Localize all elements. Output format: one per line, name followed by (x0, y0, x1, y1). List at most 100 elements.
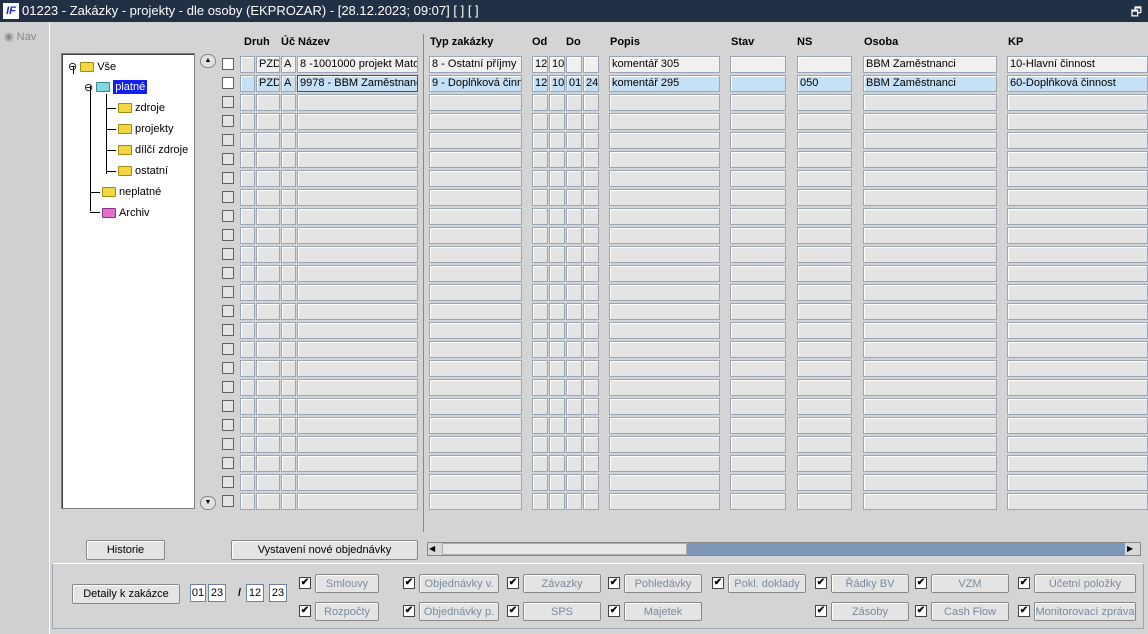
cell-do2[interactable]: 24 (583, 75, 599, 92)
cell-do2[interactable] (583, 341, 599, 358)
row-checkbox[interactable] (222, 438, 234, 450)
cell-typ[interactable] (429, 113, 522, 130)
cell-blank[interactable] (240, 265, 255, 282)
cell-osoba[interactable] (863, 227, 997, 244)
cell-osoba[interactable] (863, 474, 997, 491)
cell-ns[interactable] (797, 284, 852, 301)
cell-do2[interactable] (583, 379, 599, 396)
cell-od2[interactable] (549, 303, 565, 320)
cell-stav[interactable] (730, 341, 786, 358)
cell-popis[interactable]: komentář 305 (609, 56, 720, 73)
cell-do2[interactable] (583, 360, 599, 377)
cell-nazev[interactable] (297, 113, 418, 130)
cell-osoba[interactable] (863, 322, 997, 339)
horizontal-scrollbar[interactable]: ◀ ▶ (427, 542, 1141, 556)
row-checkbox[interactable] (222, 248, 234, 260)
from-month-input[interactable]: 01 (190, 584, 206, 602)
cell-druh[interactable] (256, 170, 280, 187)
cell-ns[interactable] (797, 56, 852, 73)
module-checkbox[interactable]: ✔ (915, 605, 927, 617)
cell-stav[interactable] (730, 246, 786, 263)
row-checkbox[interactable] (222, 495, 234, 507)
cell-do1[interactable] (566, 284, 582, 301)
cell-kp[interactable] (1007, 379, 1148, 396)
cell-druh[interactable] (256, 379, 280, 396)
cell-druh[interactable] (256, 417, 280, 434)
cell-kp[interactable] (1007, 303, 1148, 320)
cell-uc[interactable] (281, 227, 296, 244)
row-checkbox[interactable] (222, 381, 234, 393)
cell-do2[interactable] (583, 455, 599, 472)
cell-do1[interactable] (566, 265, 582, 282)
cell-kp[interactable] (1007, 208, 1148, 225)
cell-do2[interactable] (583, 436, 599, 453)
cell-od1[interactable] (532, 360, 548, 377)
cell-uc[interactable] (281, 265, 296, 282)
module-button[interactable]: Majetek (624, 602, 702, 621)
cell-od1[interactable] (532, 132, 548, 149)
from-year-input[interactable]: 23 (208, 584, 226, 602)
cell-popis[interactable] (609, 341, 720, 358)
cell-druh[interactable] (256, 132, 280, 149)
cell-od1[interactable] (532, 151, 548, 168)
cell-blank[interactable] (240, 455, 255, 472)
cell-stav[interactable] (730, 113, 786, 130)
cell-do1[interactable] (566, 493, 582, 510)
cell-od1[interactable] (532, 284, 548, 301)
cell-do1[interactable] (566, 436, 582, 453)
cell-kp[interactable] (1007, 132, 1148, 149)
module-button[interactable]: Cash Flow (931, 602, 1009, 621)
cell-od2[interactable] (549, 474, 565, 491)
cell-blank[interactable] (240, 151, 255, 168)
module-button[interactable]: SPS (523, 602, 601, 621)
cell-kp[interactable]: 60-Doplňková činnost (1007, 75, 1148, 92)
cell-ns[interactable] (797, 94, 852, 111)
restore-window-icon[interactable]: 🗗 (1131, 3, 1142, 24)
cell-uc[interactable] (281, 322, 296, 339)
cell-stav[interactable] (730, 379, 786, 396)
module-checkbox[interactable]: ✔ (507, 605, 519, 617)
row-checkbox[interactable] (222, 267, 234, 279)
cell-druh[interactable] (256, 94, 280, 111)
cell-od2[interactable] (549, 246, 565, 263)
cell-blank[interactable] (240, 75, 255, 92)
tree-node-zdroje[interactable]: zdroje (118, 102, 165, 114)
cell-blank[interactable] (240, 341, 255, 358)
cell-popis[interactable] (609, 303, 720, 320)
cell-nazev[interactable] (297, 284, 418, 301)
cell-od2[interactable] (549, 189, 565, 206)
cell-blank[interactable] (240, 246, 255, 263)
collapse-icon[interactable]: ⊖ (84, 81, 93, 94)
cell-typ[interactable] (429, 208, 522, 225)
cell-druh[interactable] (256, 474, 280, 491)
row-checkbox[interactable] (222, 96, 234, 108)
cell-nazev[interactable] (297, 227, 418, 244)
cell-blank[interactable] (240, 56, 255, 73)
tree-node-ostatni[interactable]: ostatní (118, 165, 168, 177)
cell-ns[interactable] (797, 379, 852, 396)
cell-stav[interactable] (730, 170, 786, 187)
cell-osoba[interactable] (863, 94, 997, 111)
cell-druh[interactable] (256, 322, 280, 339)
cell-od1[interactable]: 12 (532, 75, 548, 92)
row-checkbox[interactable] (222, 191, 234, 203)
cell-ns[interactable] (797, 227, 852, 244)
cell-stav[interactable] (730, 303, 786, 320)
cell-popis[interactable] (609, 360, 720, 377)
cell-blank[interactable] (240, 474, 255, 491)
cell-nazev[interactable] (297, 455, 418, 472)
cell-stav[interactable] (730, 189, 786, 206)
cell-uc[interactable] (281, 379, 296, 396)
row-checkbox[interactable] (222, 210, 234, 222)
cell-od2[interactable] (549, 284, 565, 301)
cell-do1[interactable] (566, 398, 582, 415)
cell-do2[interactable] (583, 56, 599, 73)
cell-popis[interactable] (609, 113, 720, 130)
cell-nazev[interactable] (297, 417, 418, 434)
cell-blank[interactable] (240, 170, 255, 187)
cell-do1[interactable] (566, 246, 582, 263)
cell-ns[interactable] (797, 265, 852, 282)
cell-od2[interactable] (549, 398, 565, 415)
cell-kp[interactable] (1007, 455, 1148, 472)
cell-do2[interactable] (583, 474, 599, 491)
